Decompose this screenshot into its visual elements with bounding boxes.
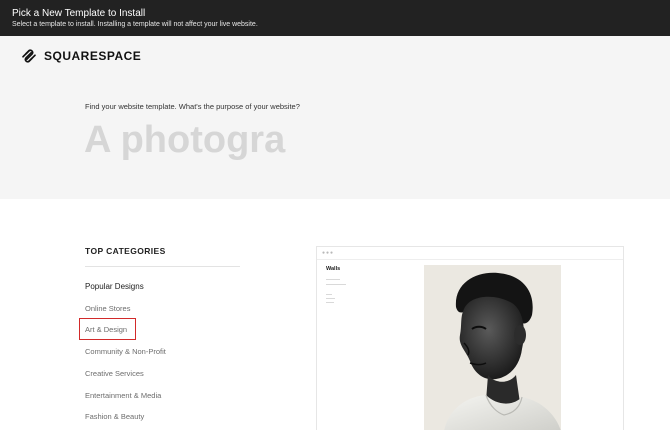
categories-divider — [85, 266, 240, 267]
template-search-input[interactable] — [84, 116, 544, 164]
preview-portrait-image — [424, 265, 561, 430]
category-community-non-profit[interactable]: Community & Non-Profit — [85, 347, 166, 356]
template-search-hero: SQUARESPACE Find your website template. … — [0, 36, 670, 199]
category-online-stores[interactable]: Online Stores — [85, 304, 130, 313]
modal-subtitle: Select a template to install. Installing… — [12, 21, 258, 28]
category-highlight-box — [79, 318, 136, 340]
modal-title: Pick a New Template to Install — [12, 8, 146, 19]
portrait-illustration — [424, 265, 561, 430]
template-preview[interactable]: ●●● Walls — [316, 246, 624, 430]
category-popular-designs[interactable]: Popular Designs — [85, 282, 144, 291]
preview-nav-line — [326, 294, 332, 295]
category-fashion-beauty[interactable]: Fashion & Beauty — [85, 412, 144, 421]
category-entertainment-media[interactable]: Entertainment & Media — [85, 391, 161, 400]
logo-wordmark: SQUARESPACE — [44, 49, 142, 63]
category-creative-services[interactable]: Creative Services — [85, 369, 144, 378]
modal-header: Pick a New Template to Install Select a … — [0, 0, 670, 36]
top-categories-heading: TOP CATEGORIES — [85, 246, 166, 256]
preview-site-title: Walls — [326, 266, 341, 272]
preview-nav-line — [326, 302, 334, 303]
squarespace-logo-icon — [22, 49, 36, 63]
squarespace-logo[interactable]: SQUARESPACE — [20, 47, 141, 65]
preview-browser-bar: ●●● — [317, 247, 623, 260]
preview-nav-line — [326, 298, 335, 299]
search-prompt: Find your website template. What's the p… — [85, 102, 300, 111]
browser-dots-icon: ●●● — [322, 250, 335, 256]
preview-nav-line — [326, 284, 346, 285]
preview-nav-line — [326, 279, 340, 280]
